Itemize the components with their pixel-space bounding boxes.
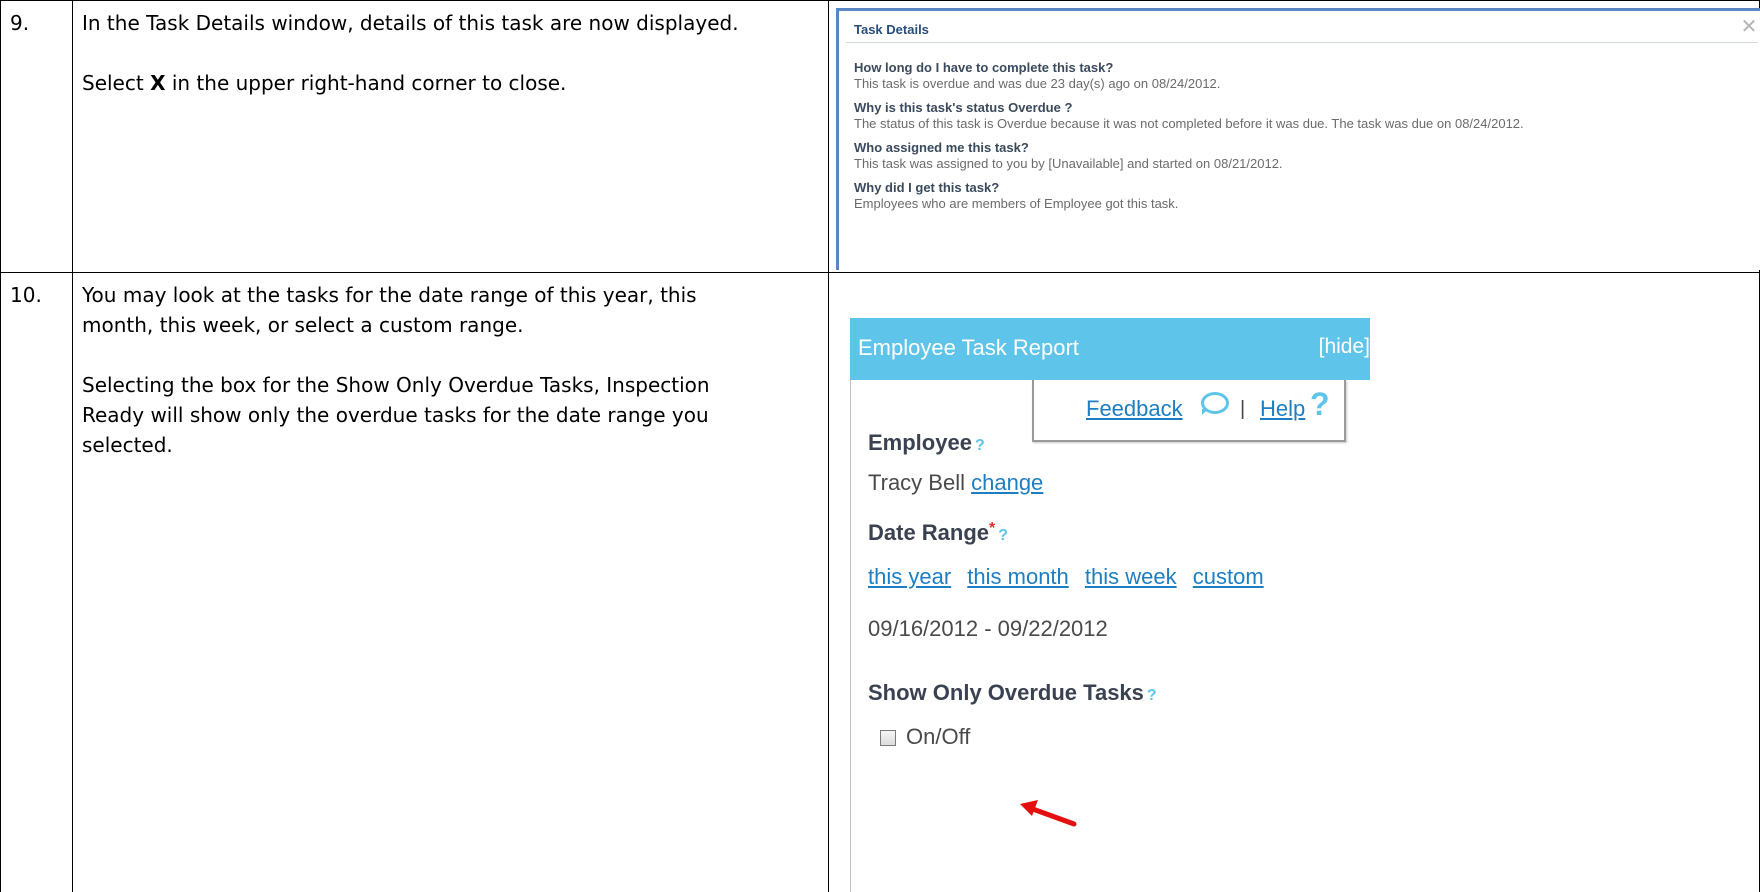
question: Why is this task's status Overdue ?: [854, 100, 1073, 115]
help-icon[interactable]: ?: [975, 437, 985, 454]
step-paragraph: Select X in the upper right-hand corner …: [82, 68, 812, 98]
employee-label-text: Employee: [868, 430, 972, 455]
close-x-emphasis: X: [150, 71, 166, 95]
change-employee-link[interactable]: change: [971, 470, 1043, 495]
title-separator: [846, 42, 1758, 43]
required-marker: *: [989, 520, 996, 537]
overdue-tasks-label: Show Only Overdue Tasks?: [868, 680, 1157, 706]
window-top-border: [836, 8, 1760, 11]
step-paragraph: In the Task Details window, details of t…: [82, 11, 739, 35]
employee-value: Tracy Bell change: [868, 470, 1043, 496]
range-this-month-link[interactable]: this month: [967, 564, 1069, 589]
question: Who assigned me this task?: [854, 140, 1029, 155]
panel-header: Employee Task Report [hide]: [850, 318, 1370, 380]
checkbox-label: On/Off: [906, 724, 971, 749]
task-details-window: Task Details ✕ How long do I have to com…: [836, 8, 1760, 270]
employee-name: Tracy Bell: [868, 470, 965, 495]
table-left-border: [0, 0, 1, 892]
employee-task-report-panel: Employee Task Report [hide] Feedback | H…: [850, 318, 1370, 892]
row-divider: [0, 272, 1760, 273]
date-range-options: this year this month this week custom: [868, 564, 1274, 590]
speech-bubble-tail: [1202, 409, 1208, 415]
select-word: Select: [82, 71, 144, 95]
range-custom-link[interactable]: custom: [1193, 564, 1264, 589]
date-range-value: 09/16/2012 - 09/22/2012: [868, 616, 1108, 641]
table-top-border: [0, 0, 1760, 1]
text-column-divider: [828, 0, 829, 892]
window-left-border: [836, 8, 839, 270]
answer: The status of this task is Overdue becau…: [854, 116, 1524, 131]
link-separator: |: [1240, 398, 1246, 420]
employee-label: Employee?: [868, 430, 985, 456]
red-arrow-annotation: [1020, 800, 1077, 827]
question: How long do I have to complete this task…: [854, 60, 1114, 75]
step-instructions: In the Task Details window, details of t…: [82, 8, 812, 128]
step-instructions: You may look at the tasks for the date r…: [82, 280, 772, 490]
answer: Employees who are members of Employee go…: [854, 196, 1179, 211]
hide-link[interactable]: [hide]: [1319, 335, 1370, 359]
answer: This task is overdue and was due 23 day(…: [854, 76, 1221, 91]
window-title: Task Details: [854, 22, 929, 37]
overdue-label-text: Show Only Overdue Tasks: [868, 680, 1144, 705]
panel-left-border: [850, 380, 851, 892]
help-question-icon[interactable]: ?: [1310, 386, 1330, 423]
close-instruction: in the upper right-hand corner to close.: [171, 71, 567, 95]
range-this-week-link[interactable]: this week: [1085, 564, 1177, 589]
step-number: 10.: [10, 283, 42, 307]
range-this-year-link[interactable]: this year: [868, 564, 951, 589]
date-range-label: Date Range*?: [868, 520, 1008, 546]
step-number: 9.: [10, 11, 30, 35]
question: Why did I get this task?: [854, 180, 1000, 195]
close-icon[interactable]: ✕: [1740, 17, 1758, 37]
panel-title: Employee Task Report: [858, 335, 1079, 360]
help-icon[interactable]: ?: [1147, 687, 1157, 704]
feedback-help-box: Feedback | Help ?: [1032, 380, 1346, 442]
step-paragraph: You may look at the tasks for the date r…: [82, 283, 697, 337]
answer: This task was assigned to you by [Unavai…: [854, 156, 1283, 171]
step-paragraph: Selecting the box for the Show Only Over…: [82, 373, 710, 457]
feedback-link[interactable]: Feedback: [1086, 396, 1183, 422]
task-details-body: How long do I have to complete this task…: [854, 60, 1754, 220]
overdue-checkbox[interactable]: [880, 730, 896, 746]
date-range-label-text: Date Range: [868, 520, 990, 545]
number-column-divider: [72, 0, 73, 892]
help-icon[interactable]: ?: [998, 527, 1008, 544]
help-link[interactable]: Help: [1260, 396, 1305, 422]
